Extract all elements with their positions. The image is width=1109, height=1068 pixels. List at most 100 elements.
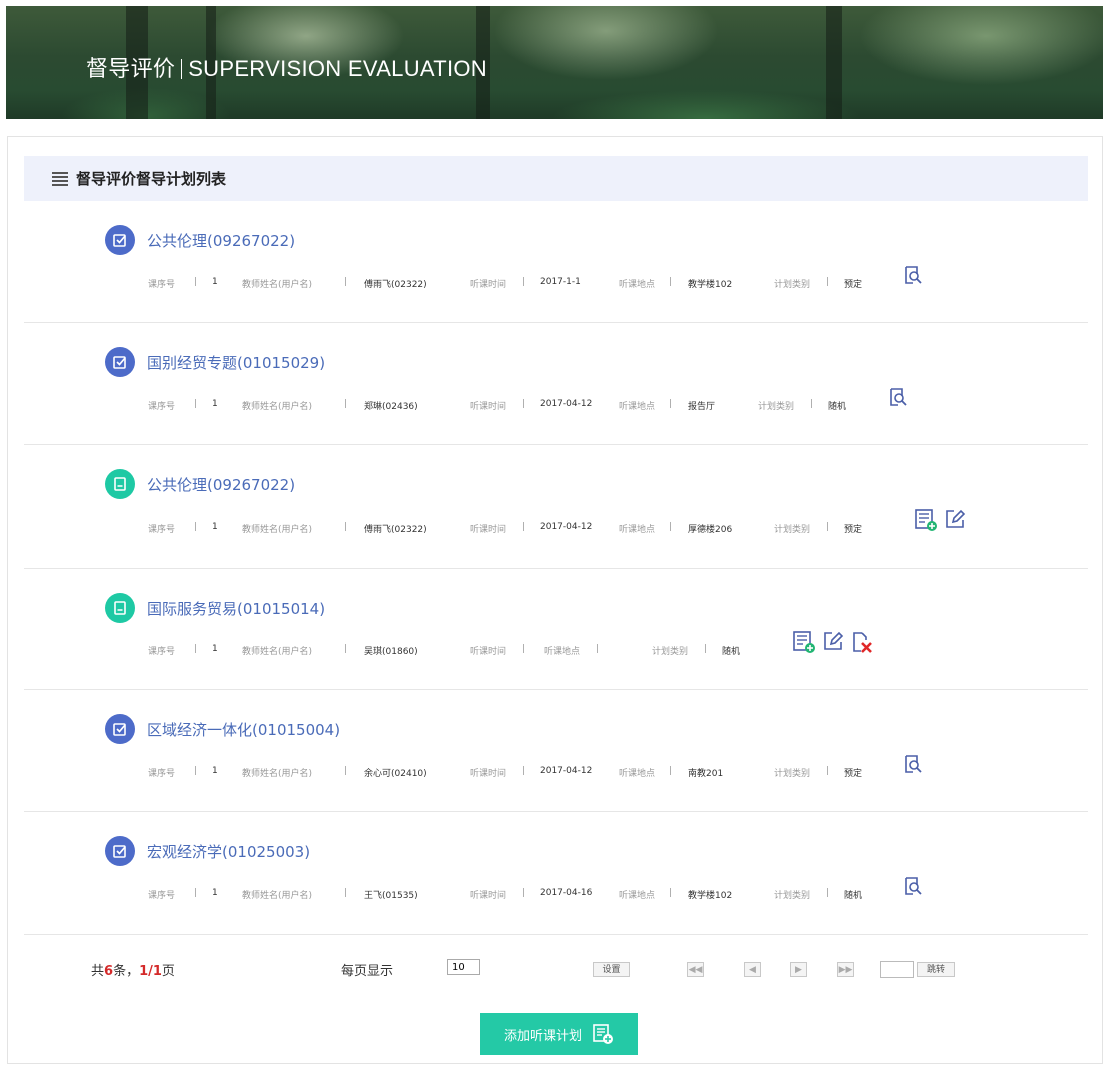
record-title: 公共伦理(09267022) (105, 469, 295, 499)
course-link[interactable]: 公共伦理(09267022) (147, 230, 295, 251)
panel-header: 督导评价督导计划列表 (24, 156, 1088, 201)
meta-separator: | (522, 277, 526, 287)
meta-value-time: 2017-1-1 (540, 277, 581, 287)
meta-separator: | (522, 888, 526, 898)
meta-value-teacher: 王飞(01535) (364, 891, 418, 901)
meta-value-category: 随机 (844, 891, 863, 901)
set-page-size-button[interactable]: 设置 (593, 962, 630, 977)
meta-value-seq: 1 (212, 644, 218, 654)
view-icon[interactable] (888, 387, 908, 410)
meta-value-category: 预定 (844, 280, 863, 290)
meta-separator: | (194, 644, 198, 654)
course-link[interactable]: 宏观经济学(01025003) (147, 841, 310, 862)
course-link[interactable]: 公共伦理(09267022) (147, 474, 295, 495)
record-title: 公共伦理(09267022) (105, 225, 295, 255)
meta-label-category: 计划类别 (652, 647, 689, 657)
meta-value-seq: 1 (212, 399, 218, 409)
meta-value-place: 厚德楼206 (688, 525, 733, 535)
meta-separator: | (194, 766, 198, 776)
jump-button[interactable]: 跳转 (917, 962, 955, 977)
view-icon[interactable] (903, 754, 923, 777)
view-icon[interactable] (903, 876, 923, 899)
meta-label-seq: 课序号 (148, 280, 176, 290)
meta-label-seq: 课序号 (148, 647, 176, 657)
course-link[interactable]: 国际服务贸易(01015014) (147, 598, 325, 619)
course-link[interactable]: 国别经贸专题(01015029) (147, 352, 325, 373)
meta-label-seq: 课序号 (148, 525, 176, 535)
summary-mid: 条， (113, 964, 140, 979)
page-title: 督导评价 SUPERVISION EVALUATION (86, 51, 487, 83)
jump-page-input[interactable] (880, 961, 914, 978)
pagination-summary: 共6条，1/1页 (91, 960, 175, 979)
meta-separator: | (344, 277, 348, 287)
meta-label-teacher: 教师姓名(用户名) (242, 647, 313, 657)
meta-value-category: 随机 (722, 647, 741, 657)
page-size-input[interactable] (447, 959, 480, 975)
first-page-button[interactable]: ◀◀ (687, 962, 704, 977)
meta-separator: | (810, 399, 814, 409)
completed-status-icon (105, 225, 135, 255)
record-title: 宏观经济学(01025003) (105, 836, 310, 866)
meta-label-time: 听课时间 (470, 402, 507, 412)
plan-record: 区域经济一体化(01015004) 课序号 | 1 教师姓名(用户名) | 余心可(0241… (24, 690, 1088, 812)
add-record-icon[interactable] (914, 508, 938, 535)
course-link[interactable]: 区域经济一体化(01015004) (147, 719, 340, 740)
record-meta: 课序号 | 1 教师姓名(用户名) | 王飞(01535) 听课时间 | 2017-04-16 听… (24, 877, 1088, 904)
list-icon (52, 171, 68, 186)
meta-separator: | (522, 766, 526, 776)
meta-label-category: 计划类别 (774, 769, 811, 779)
add-plan-button[interactable]: 添加听课计划 (480, 1013, 638, 1055)
add-plan-label: 添加听课计划 (503, 1028, 582, 1044)
view-icon[interactable] (903, 265, 923, 288)
meta-label-category: 计划类别 (758, 402, 795, 412)
meta-label-seq: 课序号 (148, 402, 176, 412)
add-record-icon[interactable] (792, 630, 816, 657)
meta-separator: | (522, 644, 526, 654)
meta-label-teacher: 教师姓名(用户名) (242, 525, 313, 535)
plan-record: 公共伦理(09267022) 课序号 | 1 教师姓名(用户名) | 傅雨飞(02322) 听… (24, 201, 1088, 323)
meta-label-place: 听课地点 (619, 525, 656, 535)
next-page-button[interactable]: ▶ (790, 962, 807, 977)
meta-value-teacher: 傅雨飞(02322) (364, 525, 427, 535)
meta-label-category: 计划类别 (774, 280, 811, 290)
current-page: 1 (139, 964, 149, 979)
meta-separator: | (826, 522, 830, 532)
record-title: 国别经贸专题(01015029) (105, 347, 325, 377)
record-meta: 课序号 | 1 教师姓名(用户名) | 傅雨飞(02322) 听课时间 | 2017-04-12… (24, 509, 1088, 538)
record-meta: 课序号 | 1 教师姓名(用户名) | 郑琳(02436) 听课时间 | 2017-04-12 听… (24, 388, 1088, 415)
plan-record: 公共伦理(09267022) 课序号 | 1 教师姓名(用户名) | 傅雨飞(02322) 听… (24, 445, 1088, 569)
per-page-label: 每页显示 (341, 964, 394, 979)
completed-status-icon (105, 347, 135, 377)
panel-title: 督导评价督导计划列表 (76, 170, 227, 188)
edit-icon[interactable] (822, 630, 844, 655)
meta-label-time: 听课时间 (470, 525, 507, 535)
edit-icon[interactable] (944, 508, 966, 533)
meta-label-category: 计划类别 (774, 525, 811, 535)
meta-separator: | (344, 644, 348, 654)
meta-label-time: 听课时间 (470, 769, 507, 779)
meta-separator: | (194, 522, 198, 532)
meta-label-place: 听课地点 (619, 769, 656, 779)
meta-value-seq: 1 (212, 888, 218, 898)
record-meta: 课序号 | 1 教师姓名(用户名) | 吴琪(01860) 听课时间 | 听课地点 | 计划类别 | 随… (24, 631, 1088, 660)
prev-page-button[interactable]: ◀ (744, 962, 761, 977)
meta-separator: | (344, 766, 348, 776)
completed-status-icon (105, 836, 135, 866)
summary-suffix: 页 (161, 964, 175, 979)
meta-separator: | (194, 399, 198, 409)
plan-record: 国别经贸专题(01015029) 课序号 | 1 教师姓名(用户名) | 郑琳(02436)… (24, 323, 1088, 445)
meta-separator: | (596, 644, 600, 654)
meta-label-place: 听课地点 (619, 280, 656, 290)
meta-value-time: 2017-04-12 (540, 766, 593, 776)
meta-separator: | (826, 888, 830, 898)
record-meta: 课序号 | 1 教师姓名(用户名) | 傅雨飞(02322) 听课时间 | 2017-1-1 听课… (24, 266, 1088, 293)
last-page-button[interactable]: ▶▶ (837, 962, 854, 977)
meta-value-teacher: 余心可(02410) (364, 769, 427, 779)
add-record-icon (593, 1024, 613, 1044)
meta-separator: | (344, 522, 348, 532)
pagination: 共6条，1/1页 每页显示 设置 ◀◀ ◀ ▶ ▶▶ 跳转 (24, 942, 1088, 992)
meta-value-time: 2017-04-12 (540, 399, 593, 409)
meta-value-time: 2017-04-12 (540, 522, 593, 532)
delete-icon[interactable] (850, 630, 874, 657)
banner-decoration (826, 6, 842, 119)
